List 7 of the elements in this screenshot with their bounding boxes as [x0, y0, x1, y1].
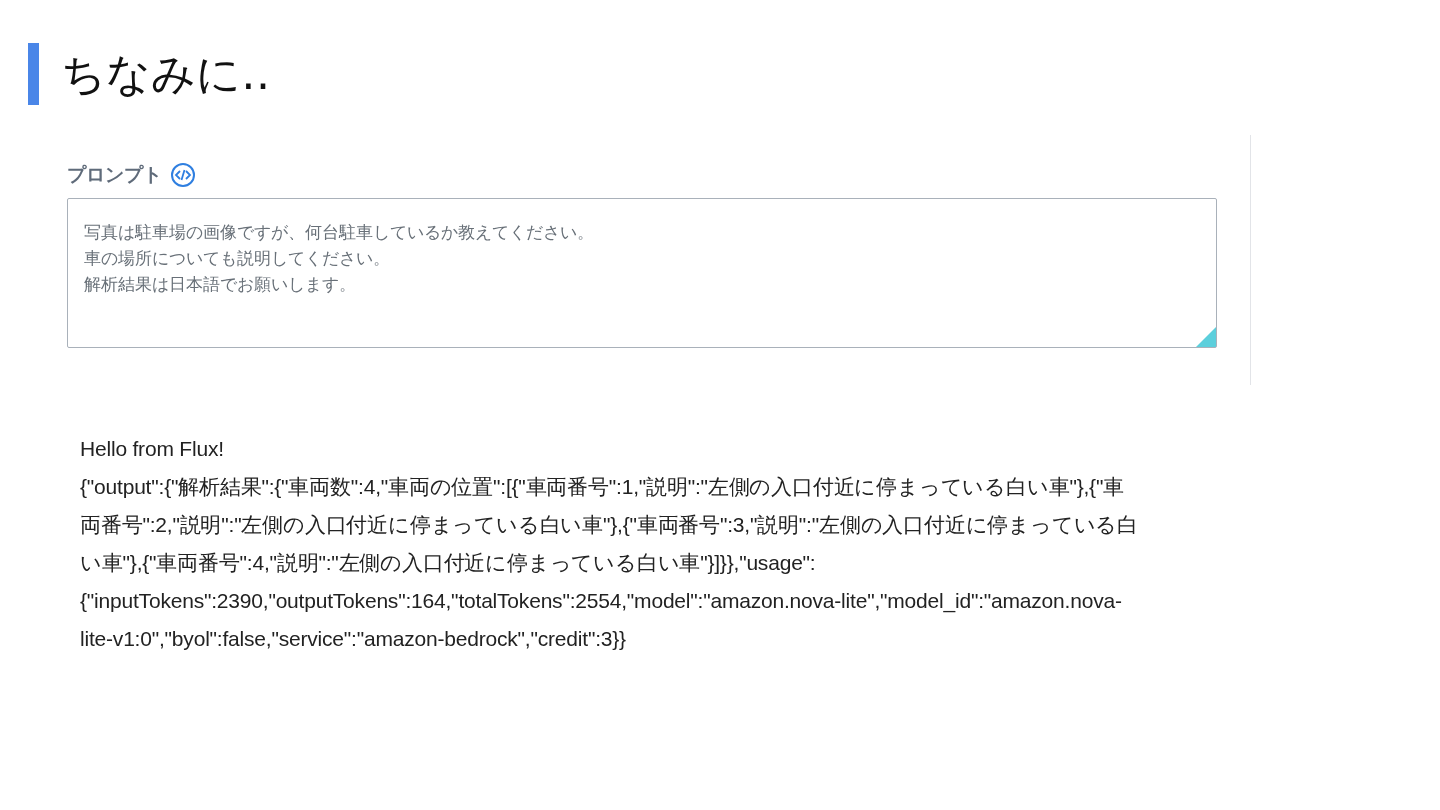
output-text: Hello from Flux! {"output":{"解析結果":{"車両数":4,"車両の位置":[{"車両番号":1,"説明":"左側の入口付近に停まっている白い車"},{"車 両番号":2,"説明":"左側の入口付近に停まっている白い車"},{"車両番号":3,"説明":"左側の入口付近に停まっている白 い車"},{"車両番号":4,"説明":"左側の入口付近に停まっている白い車"}]}},"usage": {"inputTokens":2390,"outputTokens":164,"totalTokens":2554,"model":"amazon.nova-lite","model_id":"amazon.nova- lite-v1:0","byol":false,"service":"amazon-bedrock","credit":3}}	[80, 436, 1139, 652]
prompt-label: プロンプト	[67, 162, 162, 187]
accent-bar	[28, 43, 39, 105]
slide-title: ちなみに‥	[61, 47, 271, 101]
prompt-field[interactable]: 写真は駐車場の画像ですが、何台駐車しているか教えてください。 車の場所についても説明してください。 解析結果は日本語でお願いします。	[67, 198, 1217, 348]
resize-handle-icon[interactable]	[1196, 327, 1216, 347]
code-icon[interactable]	[170, 162, 196, 188]
